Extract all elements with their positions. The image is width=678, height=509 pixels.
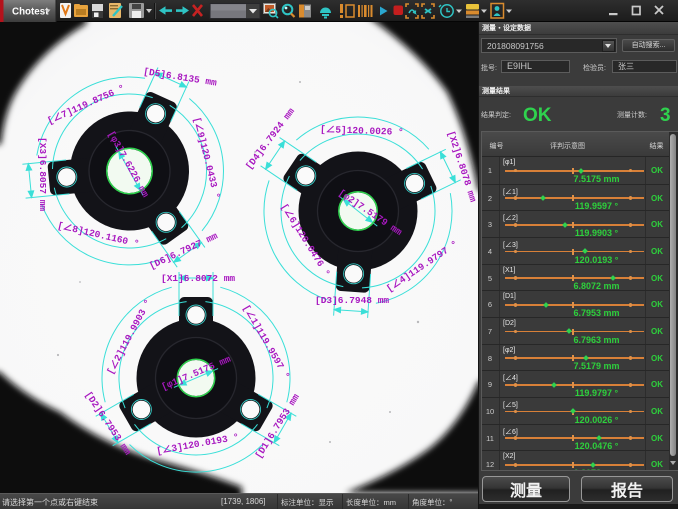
svg-text:[X1]6.8072 mm: [X1]6.8072 mm <box>161 273 235 284</box>
svg-text:Chotest: Chotest <box>12 7 49 18</box>
svg-text:[D3]6.7948 mm: [D3]6.7948 mm <box>315 295 389 306</box>
svg-text:[X3]6.8057 mm: [X3]6.8057 mm <box>37 137 48 211</box>
